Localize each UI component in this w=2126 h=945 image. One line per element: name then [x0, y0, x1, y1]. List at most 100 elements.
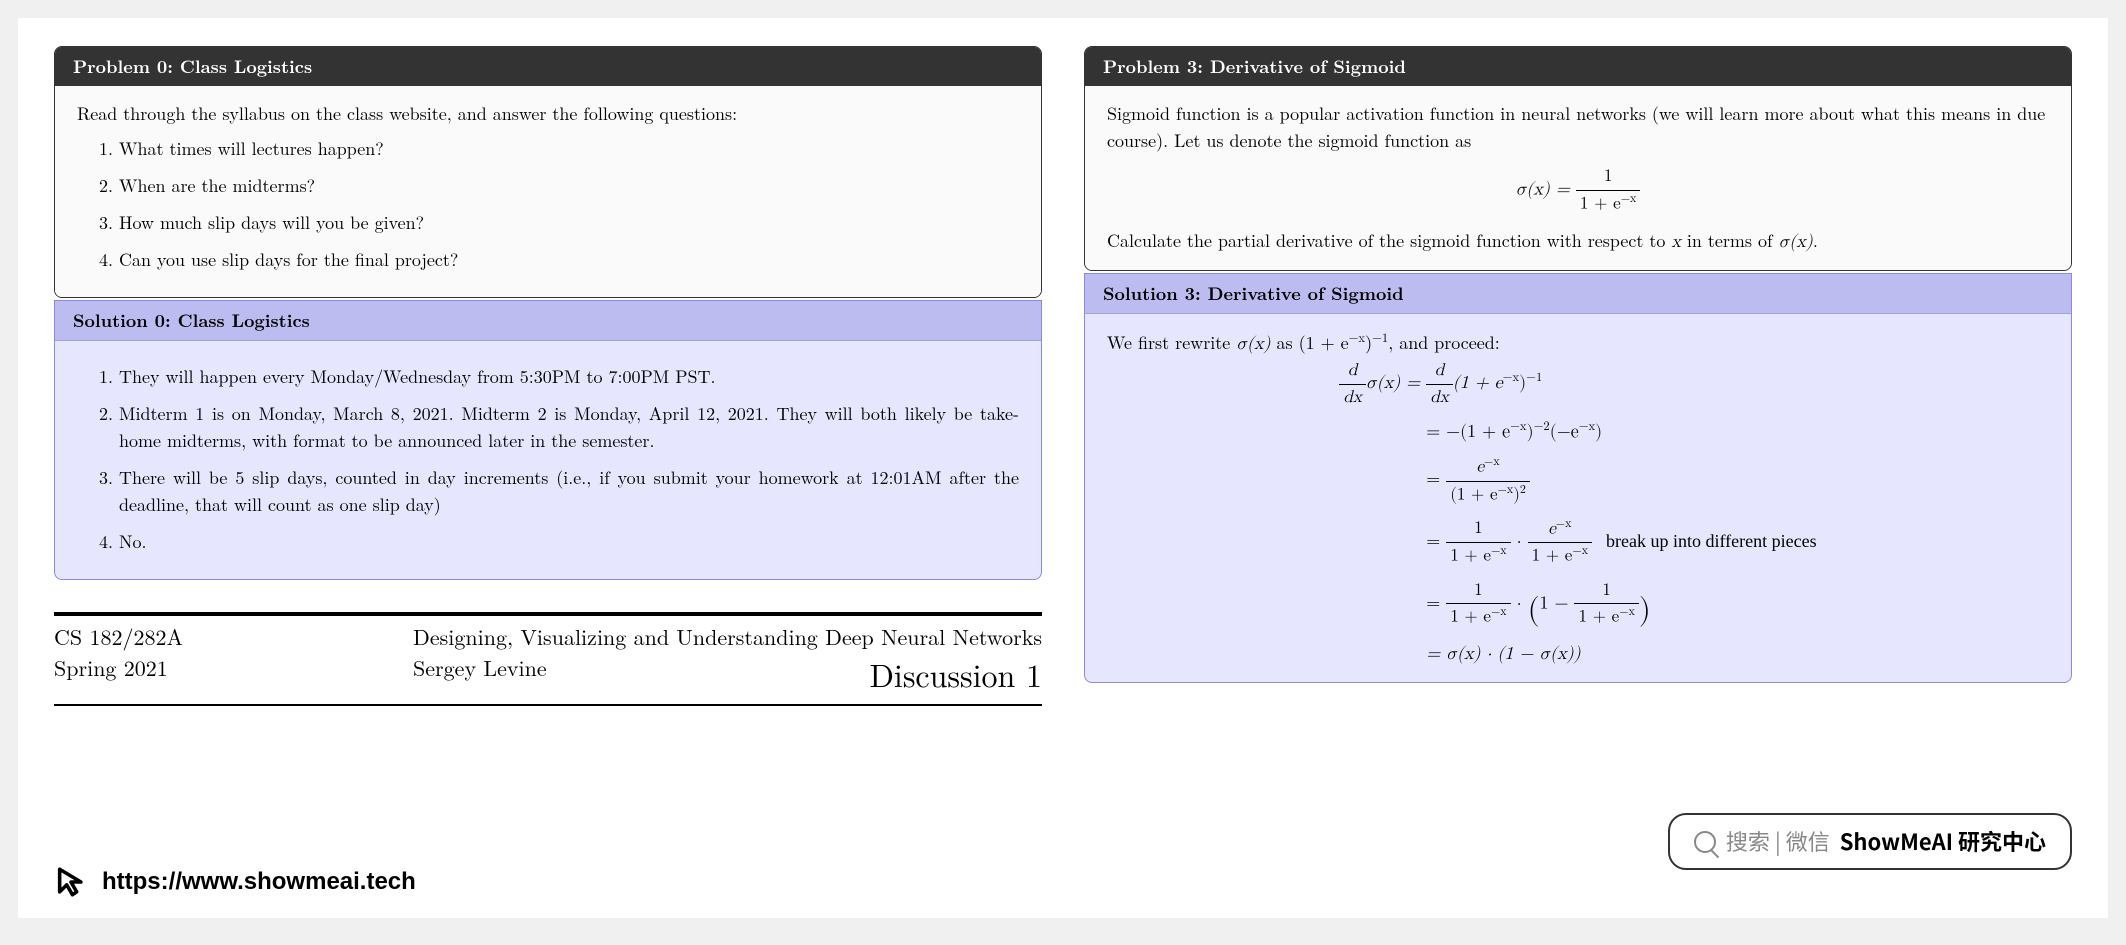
deriv-line4: = 1 1 + e−x · e−x 1 + e−x break up into … — [1426, 516, 1816, 570]
l1-lhs-tail: σ(x) = — [1366, 374, 1420, 392]
l5-f2-den-a: 1 + e — [1578, 609, 1619, 626]
l5-f1-den-exp: −x — [1491, 606, 1507, 618]
problem-3-title: Problem 3: Derivative of Sigmoid — [1085, 47, 2071, 86]
task-text-b: in terms of — [1681, 228, 1779, 253]
l1-rhs-den: dx — [1426, 385, 1453, 411]
l4-f2-num-exp: −x — [1556, 518, 1572, 530]
cursor-icon — [54, 865, 88, 899]
problem-0-title: Problem 0: Class Logistics — [55, 47, 1041, 86]
l5-paren-a: 1 − — [1540, 594, 1575, 612]
l5-eq: = — [1426, 594, 1440, 612]
l1-lhs-den: dx — [1339, 385, 1366, 411]
title-rule-bottom — [54, 704, 1042, 706]
sigmoid-definition: σ(x) = 1 1 + e−x — [1107, 164, 2049, 217]
solution-0-body: They will happen every Monday/Wednesday … — [55, 341, 1041, 579]
solution-3-title: Solution 3: Derivative of Sigmoid — [1085, 274, 2071, 314]
l5-f2-num: 1 — [1574, 578, 1638, 605]
l4-f2-den-a: 1 + e — [1532, 548, 1573, 565]
l1-rhs-exp: −x — [1503, 372, 1519, 384]
discussion-number: Discussion 1 — [869, 652, 1042, 697]
l1-rhs-a: (1 + e — [1453, 374, 1503, 392]
sigma-frac-den: 1 + e — [1580, 195, 1621, 212]
sol3-intro-fn: σ(x) — [1236, 335, 1270, 353]
task-var: x — [1671, 233, 1681, 251]
l5-dot: · — [1517, 594, 1528, 612]
sigma-frac-den-exp: −x — [1621, 193, 1637, 205]
deriv-line1-lhs: ddxσ(x) = — [1339, 358, 1420, 410]
sol3-intro-a: We first rewrite — [1107, 330, 1236, 355]
problem-3-task: Calculate the partial derivative of the … — [1107, 227, 2049, 256]
sol3-intro-d: , and proceed: — [1388, 330, 1500, 355]
search-icon — [1694, 831, 1716, 853]
l4-f1-den-exp: −x — [1491, 545, 1507, 557]
l2-exp1: −x — [1510, 421, 1526, 433]
l3-eq: = — [1426, 471, 1440, 489]
l3-den-exp: −x — [1498, 484, 1514, 496]
l4-f1-den-a: 1 + e — [1450, 548, 1491, 565]
deriv-line6: = σ(x) · (1 − σ(x)) — [1426, 641, 1816, 668]
solution-0-title: Solution 0: Class Logistics — [55, 301, 1041, 341]
watermark-url-row: https://www.showmeai.tech — [54, 864, 416, 900]
solution-0-a1: They will happen every Monday/Wednesday … — [119, 363, 1019, 390]
sol3-intro-pow: −1 — [1372, 328, 1388, 346]
sol3-intro-b: as (1 + e — [1271, 330, 1349, 355]
left-column: Problem 0: Class Logistics Read through … — [54, 46, 1042, 890]
l3-den-pow: 2 — [1520, 484, 1526, 496]
problem-3-box: Problem 3: Derivative of Sigmoid Sigmoid… — [1084, 46, 2072, 271]
l3-den-a: (1 + e — [1450, 486, 1497, 503]
l2-d: ) — [1595, 423, 1602, 441]
task-fn: σ(x) — [1779, 233, 1813, 251]
l1-lhs-num: d — [1339, 358, 1366, 385]
l5-f2-den-exp: −x — [1619, 606, 1635, 618]
derivation-steps: ddxσ(x) = ddx(1 + e−x)−1 = −(1 + e−x)−2(… — [1107, 358, 2049, 668]
deriv-line5: = 1 1 + e−x · (1 − 1 1 + e−x ) — [1426, 578, 1816, 633]
course-instructor: Sergey Levine — [413, 653, 547, 684]
deriv-line1-rhs: ddx(1 + e−x)−1 — [1426, 358, 1816, 410]
l4-eq: = — [1426, 533, 1440, 551]
l3-num-exp: −x — [1484, 456, 1500, 468]
l3-num-a: e — [1476, 459, 1484, 476]
course-title: Designing, Visualizing and Understanding… — [413, 622, 1042, 653]
l2-a: = −(1 + e — [1426, 423, 1510, 441]
solution-0-a2: Midterm 1 is on Monday, March 8, 2021. M… — [119, 400, 1019, 454]
title-rule-top — [54, 612, 1042, 616]
sigma-lhs: σ(x) = — [1516, 180, 1570, 198]
l4-dot: · — [1517, 533, 1528, 551]
l5-f1-den-a: 1 + e — [1450, 609, 1491, 626]
sigma-frac-num: 1 — [1576, 164, 1640, 191]
watermark-search-gray: 搜索 | 微信 — [1726, 825, 1830, 858]
task-text-a: Calculate the partial derivative of the … — [1107, 228, 1671, 253]
l2-c: (−e — [1550, 423, 1579, 441]
problem-0-body: Read through the syllabus on the class w… — [55, 86, 1041, 297]
problem-0-intro: Read through the syllabus on the class w… — [77, 100, 1019, 127]
problem-3-body: Sigmoid function is a popular activation… — [1085, 86, 2071, 270]
l3-den-b: ) — [1513, 486, 1520, 503]
watermark-search-pill: 搜索 | 微信 ShowMeAI 研究中心 — [1668, 813, 2072, 870]
l2-b: ) — [1527, 423, 1534, 441]
solution-3-box: Solution 3: Derivative of Sigmoid We fir… — [1084, 273, 2072, 683]
deriv-line2: = −(1 + e−x)−2(−e−x) — [1426, 418, 1816, 446]
problem-0-q2: When are the midterms? — [119, 172, 1019, 199]
l2-pow: −2 — [1534, 421, 1550, 433]
solution-0-a3: There will be 5 slip days, counted in da… — [119, 464, 1019, 518]
l1-rhs-pow: −1 — [1526, 372, 1542, 384]
l2-exp2: −x — [1579, 421, 1595, 433]
watermark-search-bold: ShowMeAI 研究中心 — [1840, 825, 2046, 858]
course-title-block: CS 182/282A Spring 2021 Designing, Visua… — [54, 622, 1042, 698]
l5-f1-num: 1 — [1446, 578, 1510, 605]
deriv-line3: = e−x (1 + e−x)2 — [1426, 454, 1816, 508]
l4-f2-den-exp: −x — [1572, 545, 1588, 557]
task-text-c: . — [1813, 228, 1818, 253]
watermark-url: https://www.showmeai.tech — [102, 864, 416, 900]
l4-note: break up into different pieces — [1606, 531, 1817, 551]
problem-0-box: Problem 0: Class Logistics Read through … — [54, 46, 1042, 298]
l1-rhs-num: d — [1426, 358, 1453, 385]
solution-0-a4: No. — [119, 528, 1019, 555]
course-term: Spring 2021 — [54, 653, 183, 684]
l4-f2-num-a: e — [1548, 521, 1556, 538]
right-column: Problem 3: Derivative of Sigmoid Sigmoid… — [1084, 46, 2072, 890]
solution-0-box: Solution 0: Class Logistics They will ha… — [54, 300, 1042, 580]
solution-3-intro: We first rewrite σ(x) as (1 + e−x)−1, an… — [1107, 328, 2049, 358]
problem-0-q4: Can you use slip days for the final proj… — [119, 246, 1019, 273]
problem-0-q1: What times will lectures happen? — [119, 135, 1019, 162]
